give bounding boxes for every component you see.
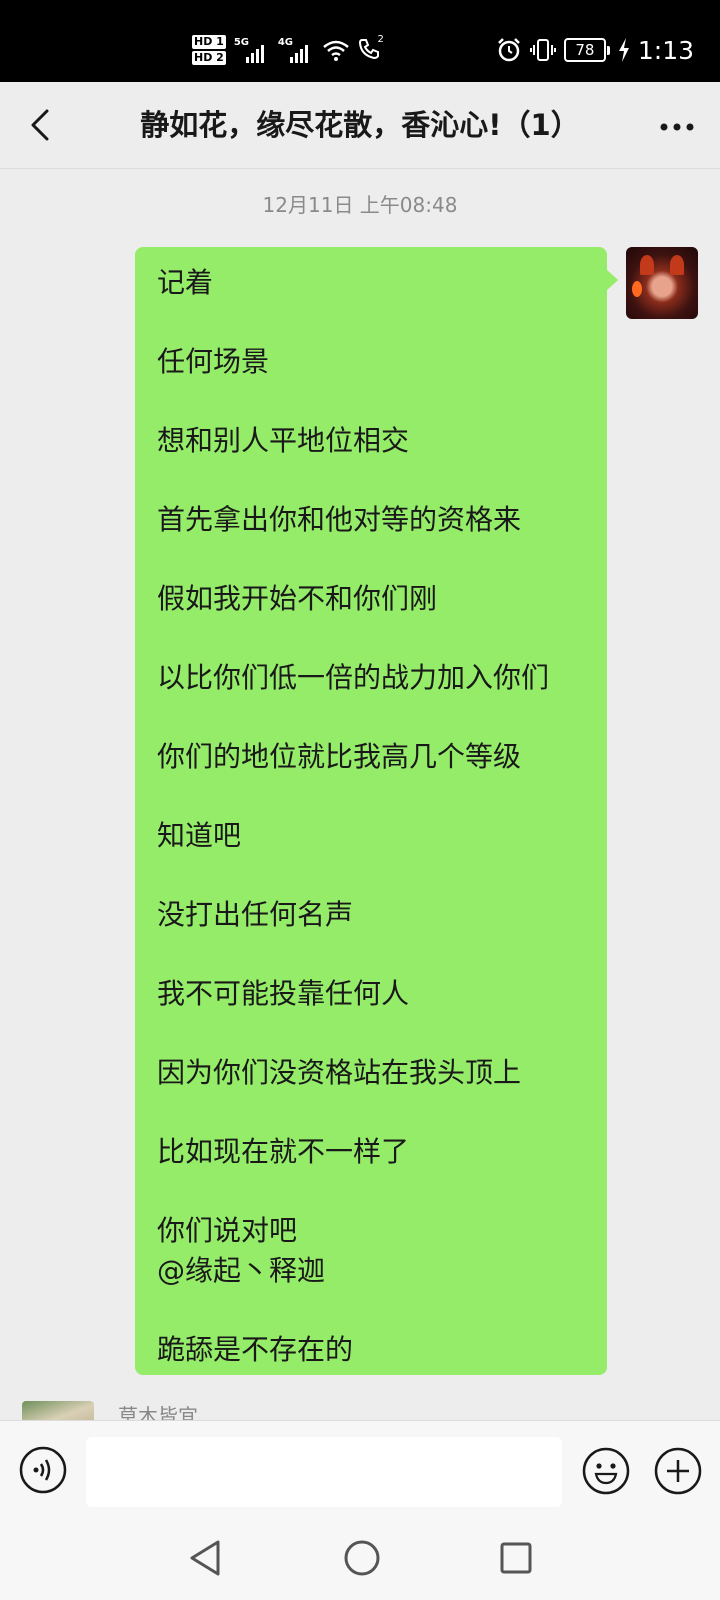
wifi-icon xyxy=(323,40,349,61)
call-superscript: 2 xyxy=(377,34,384,45)
chat-header: 静如花，缘尽花散，香沁心!（1） xyxy=(0,82,720,169)
vibrate-icon xyxy=(529,39,556,61)
nav-recent-icon[interactable] xyxy=(494,1536,538,1580)
message-line: 知道吧 xyxy=(157,819,242,852)
message-timestamp: 12月11日 上午08:48 xyxy=(262,193,458,217)
message-line: 我不可能投靠任何人 xyxy=(157,977,410,1010)
signal-4g-icon: 4G xyxy=(278,37,314,63)
message-line: 假如我开始不和你们刚 xyxy=(157,582,438,615)
status-right-group: 78 1:13 xyxy=(496,30,694,70)
bubble-tail xyxy=(606,269,618,291)
outgoing-message-bubble[interactable]: 记着 任何场景 想和别人平地位相交 首先拿出你和他对等的资格来 假如我开始不和你… xyxy=(135,247,607,1375)
plus-icon[interactable] xyxy=(653,1446,703,1496)
charging-icon xyxy=(618,38,629,62)
nav-home-icon[interactable] xyxy=(340,1536,384,1580)
alarm-icon xyxy=(497,38,520,62)
status-left-group: HD 1 HD 2 5G 4G 2 xyxy=(192,30,384,70)
message-line: 以比你们低一倍的战力加入你们 xyxy=(157,661,550,694)
signal-5g-icon: 5G xyxy=(234,37,270,63)
back-button[interactable] xyxy=(18,102,64,148)
emoji-icon[interactable] xyxy=(581,1446,631,1496)
hd-call-icon: 2 xyxy=(358,34,384,62)
battery-level: 78 xyxy=(563,38,606,62)
battery-cap xyxy=(606,45,610,55)
hd1-badge: HD 1 xyxy=(192,35,226,49)
input-bar xyxy=(0,1420,720,1521)
message-line: 比如现在就不一样了 xyxy=(157,1135,410,1168)
hd2-badge: HD 2 xyxy=(192,51,226,65)
status-time: 1:13 xyxy=(637,35,694,65)
message-list[interactable]: 12月11日 上午08:48 记着 任何场景 想和别人平地位相交 首先拿出你和他… xyxy=(0,169,720,1420)
voice-icon[interactable] xyxy=(19,1446,67,1494)
more-dots-icon xyxy=(660,123,694,131)
message-line: 你们的地位就比我高几个等级 xyxy=(157,740,522,773)
message-line: 你们说对吧 xyxy=(157,1214,298,1247)
nav-back-icon[interactable] xyxy=(186,1536,226,1580)
status-bar: HD 1 HD 2 5G 4G 2 78 1:13 xyxy=(0,0,720,82)
more-button[interactable] xyxy=(654,104,700,150)
message-input[interactable] xyxy=(86,1437,562,1507)
chat-title: 静如花，缘尽花散，香沁心!（1） xyxy=(140,108,580,142)
message-line: 跪舔是不存在的 xyxy=(157,1333,354,1366)
message-line: 没打出任何名声 xyxy=(157,898,354,931)
hd-indicators: HD 1 HD 2 xyxy=(192,35,226,65)
message-line: 记着 xyxy=(157,266,214,299)
self-avatar[interactable] xyxy=(626,247,698,319)
message-line: 首先拿出你和他对等的资格来 xyxy=(157,503,522,536)
message-line: 任何场景 xyxy=(157,345,270,378)
sender-name: 草木皆宜 xyxy=(118,1404,198,1420)
sender-avatar[interactable] xyxy=(22,1401,94,1420)
mention-line: @缘起丶释迦 xyxy=(157,1254,326,1287)
message-line: 因为你们没资格站在我头顶上 xyxy=(157,1056,522,1089)
message-line: 想和别人平地位相交 xyxy=(157,424,410,457)
system-nav-bar xyxy=(0,1520,720,1600)
chevron-left-icon xyxy=(31,109,49,141)
